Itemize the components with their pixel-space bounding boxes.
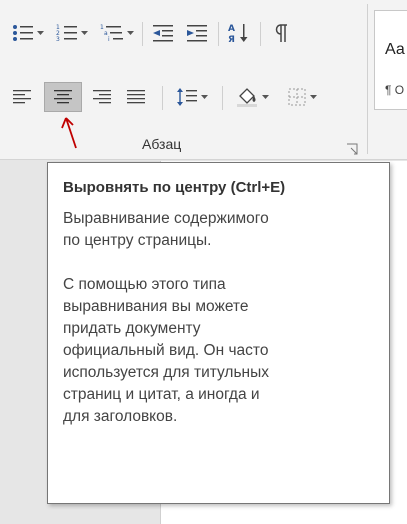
tooltip-title: Выровнять по центру (Ctrl+E) — [63, 179, 286, 196]
tooltip-description-line: по центру страницы. — [63, 232, 212, 249]
chevron-down-icon[interactable] — [127, 30, 134, 36]
pilcrow-icon — [273, 23, 289, 43]
tooltip-details-line: используется для титульных — [63, 364, 269, 381]
line-spacing-icon — [176, 87, 198, 107]
styles-gallery[interactable]: Аа ¶ О — [374, 10, 407, 110]
align-center-button[interactable] — [44, 82, 82, 112]
tooltip-details-line: С помощью этого типа — [63, 276, 226, 293]
tooltip: Выровнять по центру (Ctrl+E) Выравнивани… — [47, 162, 390, 504]
align-left-button[interactable] — [6, 82, 38, 112]
tooltip-details-line: официальный вид. Он часто — [63, 342, 269, 359]
shading-icon — [235, 86, 259, 108]
tooltip-details-line: страниц и цитат, а иногда и — [63, 386, 260, 403]
separator — [162, 86, 163, 110]
borders-button[interactable] — [280, 82, 324, 112]
align-right-button[interactable] — [86, 82, 118, 112]
tooltip-details-line: выравнивания вы можете — [63, 298, 249, 315]
tooltip-details-line: придать документу — [63, 320, 201, 337]
multilevel-list-icon: 1 a i — [100, 23, 124, 43]
paragraph-group-label: Абзац — [142, 136, 182, 152]
separator — [260, 22, 261, 46]
align-center-icon — [53, 89, 73, 105]
separator — [142, 22, 143, 46]
bullets-button[interactable] — [8, 18, 48, 48]
bullets-list-icon — [12, 23, 34, 43]
svg-text:Я: Я — [228, 35, 235, 44]
chevron-down-icon[interactable] — [310, 94, 317, 100]
show-marks-button[interactable] — [266, 18, 296, 48]
tooltip-details-line: для заголовков. — [63, 408, 178, 425]
numbered-list-icon: 1 2 3 — [56, 23, 78, 43]
chevron-down-icon[interactable] — [262, 94, 269, 100]
decrease-indent-icon — [152, 23, 174, 43]
justify-button[interactable] — [120, 82, 152, 112]
svg-text:i: i — [108, 36, 110, 43]
line-spacing-button[interactable] — [170, 82, 214, 112]
sort-icon: А Я — [228, 22, 250, 44]
red-arrow-icon — [56, 112, 86, 156]
justify-icon — [126, 89, 146, 105]
chevron-down-icon[interactable] — [201, 94, 208, 100]
increase-indent-icon — [186, 23, 208, 43]
borders-icon — [287, 87, 307, 107]
align-left-icon — [12, 89, 32, 105]
group-separator — [367, 4, 368, 154]
shading-button[interactable] — [228, 82, 276, 112]
tooltip-gap — [63, 252, 375, 274]
separator — [222, 86, 223, 110]
sort-button[interactable]: А Я — [224, 18, 254, 48]
style-name-text: ¶ О — [385, 83, 405, 97]
align-right-icon — [92, 89, 112, 105]
svg-text:А: А — [228, 24, 235, 34]
multilevel-list-button[interactable]: 1 a i — [96, 18, 138, 48]
dialog-launcher-icon[interactable] — [346, 140, 358, 155]
separator — [218, 22, 219, 46]
tooltip-description-line: Выравнивание содержимого — [63, 210, 269, 227]
chevron-down-icon[interactable] — [37, 30, 44, 36]
style-sample-text: Аа — [385, 41, 405, 58]
chevron-down-icon[interactable] — [81, 30, 88, 36]
svg-text:3: 3 — [56, 36, 60, 43]
ribbon: 1 2 3 1 a i А Я Абзац Аа ¶ О — [0, 0, 407, 160]
decrease-indent-button[interactable] — [148, 18, 178, 48]
increase-indent-button[interactable] — [182, 18, 212, 48]
numbering-button[interactable]: 1 2 3 — [52, 18, 92, 48]
